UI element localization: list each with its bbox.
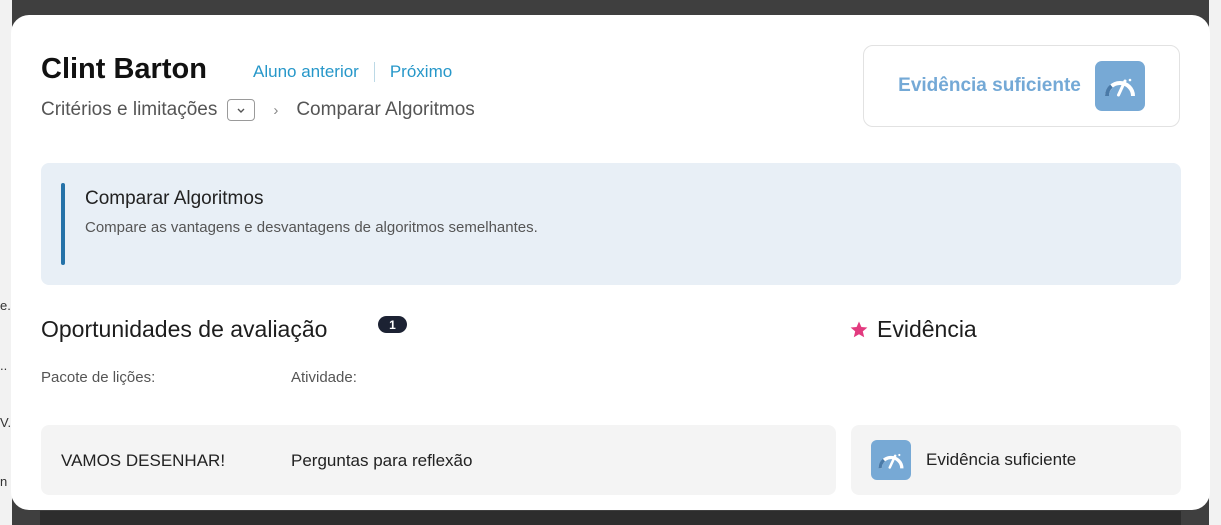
assessment-section-title: Oportunidades de avaliação [41,316,328,342]
table-row[interactable]: VAMOS DESENHAR! Perguntas para reflexão [41,425,836,495]
background-text: V. [0,415,12,430]
student-name: Clint Barton [41,53,207,85]
background-text: e. [0,298,11,313]
activity-cell: Perguntas para reflexão [291,451,473,470]
background-text: .. [0,358,8,373]
star-icon [850,321,868,337]
standard-info-panel: Comparar Algoritmos Compare as vantagens… [41,163,1181,285]
evidence-section-header: Evidência [849,316,977,343]
evidence-status-label: Evidência suficiente [898,75,1081,96]
evidence-row-label: Evidência suficiente [926,450,1077,469]
chevron-down-icon [237,108,245,113]
breadcrumb-criteria: Critérios e limitações [41,99,218,120]
lesson-column-header: Pacote de lições: [41,369,156,386]
standard-description: Compare as vantagens e desvantagens de a… [85,219,538,236]
gauge-icon [871,440,911,480]
next-student-link[interactable]: Próximo [390,62,452,82]
breadcrumb: Critérios e limitações › Comparar Algori… [41,99,475,121]
lesson-cell: VAMOS DESENHAR! [61,451,226,470]
evidence-row[interactable]: Evidência suficiente [851,425,1181,495]
info-accent-bar [61,183,65,265]
assessment-count-badge: 1 [378,316,407,333]
evidence-section-title: Evidência [877,316,977,342]
breadcrumb-current: Comparar Algoritmos [296,99,475,120]
background-text: n [0,474,8,489]
criteria-dropdown-button[interactable] [227,99,256,121]
student-navigation: Aluno anterior Próximo [253,62,452,82]
activity-column-header: Atividade: [291,369,357,386]
previous-student-link[interactable]: Aluno anterior [253,62,359,82]
background-page-bottom [40,511,1181,525]
gauge-icon [1094,61,1145,111]
standard-title: Comparar Algoritmos [85,188,264,209]
student-evidence-modal: Clint Barton Aluno anterior Próximo Crit… [11,15,1210,510]
evidence-status-card: Evidência suficiente [863,45,1180,127]
nav-divider [373,62,375,82]
breadcrumb-separator: › [273,101,279,119]
background-page-right [1209,0,1221,525]
